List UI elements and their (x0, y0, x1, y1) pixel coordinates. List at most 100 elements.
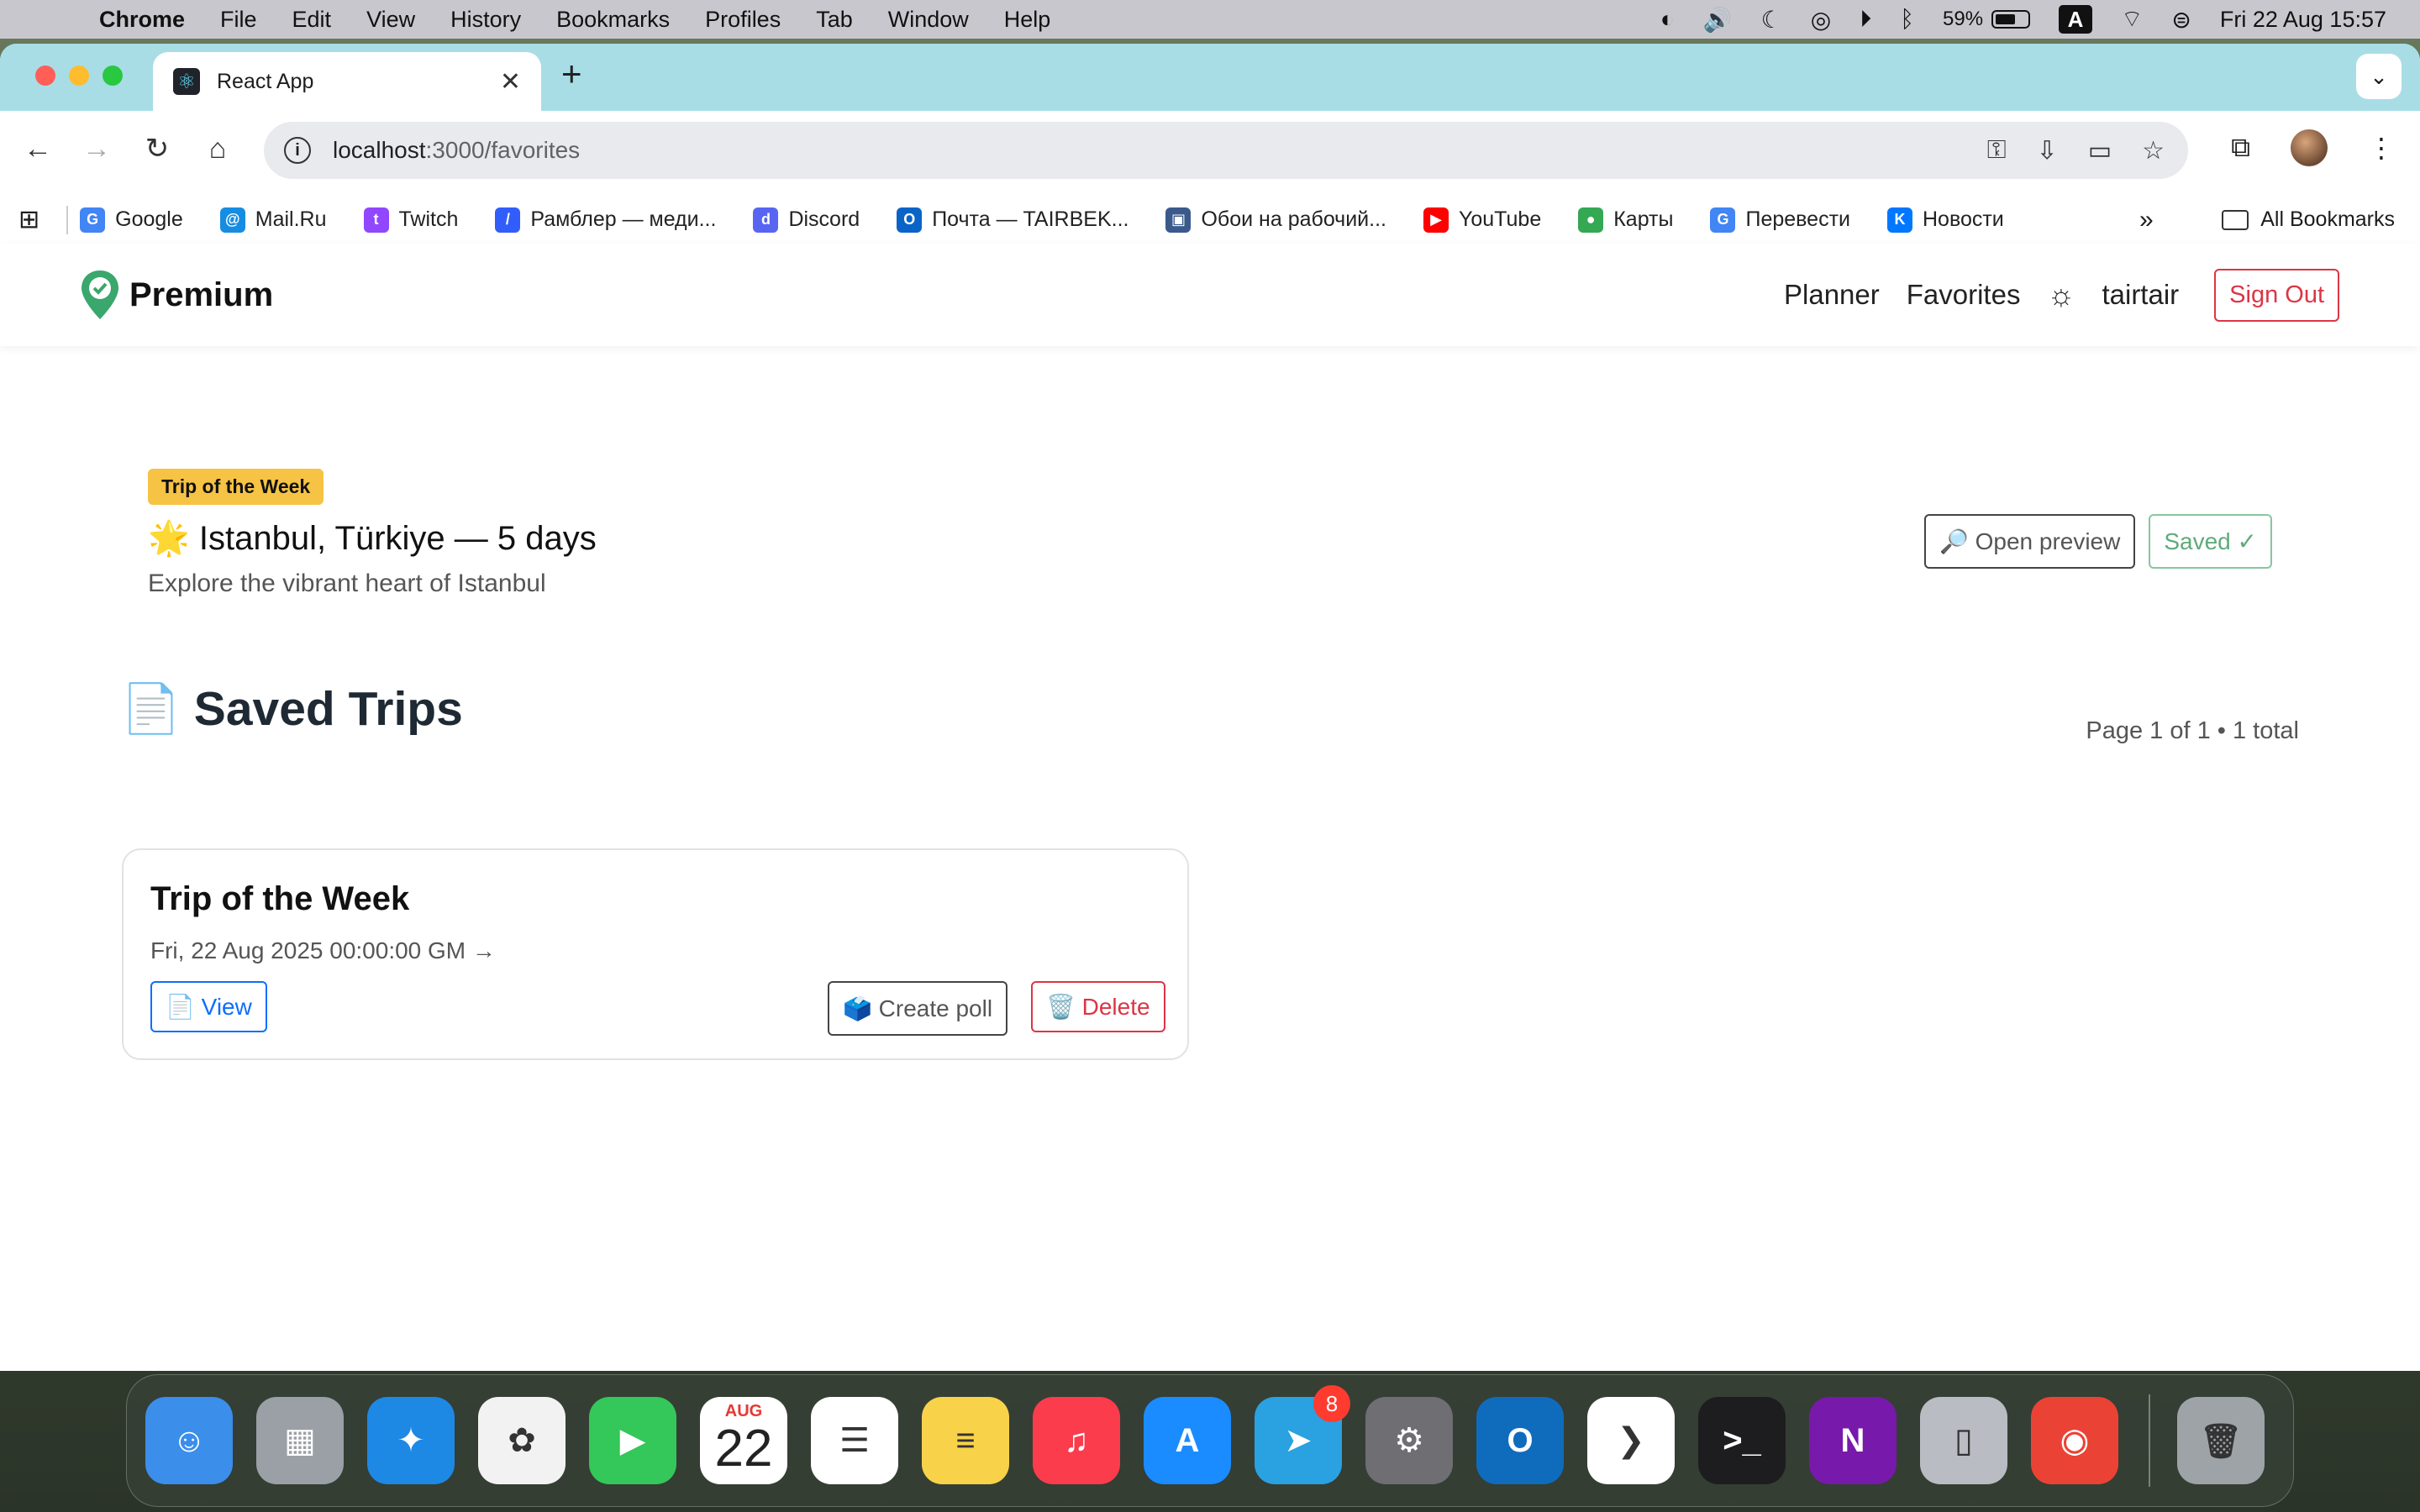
view-trip-button[interactable]: 📄 View (150, 981, 267, 1032)
app-store-icon[interactable]: A (1144, 1397, 1231, 1484)
all-bookmarks-button[interactable]: All Bookmarks (2222, 207, 2395, 232)
finder-icon[interactable]: ☺ (145, 1397, 233, 1484)
chrome-menu-icon[interactable]: ⋮ (2368, 132, 2395, 164)
airdrop-icon[interactable]: ◎ (1811, 6, 1831, 34)
password-key-icon[interactable]: ⚿ (1987, 136, 2007, 165)
site-info-icon[interactable]: i (284, 137, 311, 164)
telegram-icon[interactable]: ➤ 8 (1255, 1385, 1350, 1484)
bookmark-item[interactable]: ▣ Обои на рабочий... (1165, 207, 1386, 233)
macos-menu-bar: Chrome File Edit View History Bookmarks … (0, 0, 2420, 39)
bookmark-label: Обои на рабочий... (1201, 207, 1386, 231)
bookmark-label: Twitch (398, 207, 459, 231)
menu-window[interactable]: Window (888, 7, 969, 33)
volume-icon[interactable]: 🔊 (1703, 6, 1733, 34)
delete-trip-button[interactable]: 🗑️ Delete (1031, 981, 1165, 1032)
control-center-icon[interactable]: ⊜ (2171, 6, 2191, 34)
menu-view[interactable]: View (366, 7, 415, 33)
outlook-icon[interactable]: O (1476, 1397, 1564, 1484)
extensions-icon[interactable]: ⧉ (2231, 132, 2250, 164)
bookmark-item[interactable]: / Рамблер — меди... (495, 207, 716, 233)
tab-react-app[interactable]: ⚛ React App ✕ (153, 52, 541, 111)
nav-favorites[interactable]: Favorites (1907, 279, 2021, 311)
bookmark-label: Перевести (1745, 207, 1850, 231)
forward-button[interactable]: → (76, 128, 118, 170)
more-bookmarks-icon[interactable]: » (2139, 206, 2154, 234)
zoom-window-button[interactable] (103, 66, 123, 86)
battery-icon (1991, 10, 2031, 29)
saved-trips-heading: 📄 Saved Trips (121, 682, 463, 736)
menu-app-name[interactable]: Chrome (99, 7, 185, 33)
back-button[interactable]: ← (17, 128, 59, 170)
main-nav: Planner Favorites ☼ tairtair Sign Out (1757, 268, 2339, 322)
bookmark-item[interactable]: O Почта — TAIRBEK... (897, 207, 1128, 233)
bookmark-item[interactable]: ● Карты (1578, 207, 1673, 233)
system-settings-icon[interactable]: ⚙ (1365, 1397, 1453, 1484)
url-host: localhost (333, 137, 426, 163)
bookmark-item[interactable]: d Discord (753, 207, 860, 233)
chrome-icon[interactable]: ◉ (2031, 1397, 2118, 1484)
menu-edit[interactable]: Edit (292, 7, 332, 33)
url-text[interactable]: localhost:3000/favorites (333, 137, 580, 164)
bookmark-list: G Google @ Mail.Ru t Twitch / Рамблер — меди...… (80, 207, 2041, 233)
bookmark-item[interactable]: ▶ YouTube (1423, 207, 1541, 233)
bookmark-item[interactable]: G Перевести (1710, 207, 1850, 233)
input-source-icon[interactable]: A (2059, 5, 2093, 34)
sign-out-button[interactable]: Sign Out (2214, 268, 2339, 322)
clock[interactable]: Fri 22 Aug 15:57 (2220, 7, 2386, 33)
menu-history[interactable]: History (450, 7, 521, 33)
create-poll-button[interactable]: 🗳️ Create poll (828, 981, 1008, 1036)
trip-card-title: Trip of the Week (150, 880, 410, 917)
saved-button[interactable]: Saved ✓ (2149, 514, 2272, 569)
tab-search-button[interactable]: ⌄ (2356, 54, 2402, 99)
bookmark-label: Карты (1613, 207, 1674, 231)
wifi-icon[interactable]: ⌔ (2121, 5, 2143, 34)
window-controls (35, 66, 123, 86)
bookmark-item[interactable]: G Google (80, 207, 183, 233)
menu-help[interactable]: Help (1004, 7, 1051, 33)
notes-icon[interactable]: ≡ (922, 1397, 1009, 1484)
payment-card-icon[interactable]: ▭ (2088, 136, 2112, 165)
close-window-button[interactable] (35, 66, 55, 86)
bookmark-item[interactable]: @ Mail.Ru (219, 207, 327, 233)
vscode-icon[interactable]: ❯ (1587, 1397, 1675, 1484)
brand-logo[interactable]: Premium (79, 269, 273, 321)
bookmark-item[interactable]: K Новости (1886, 207, 2004, 233)
bookmark-item[interactable]: t Twitch (363, 207, 459, 233)
menu-bookmarks[interactable]: Bookmarks (556, 7, 670, 33)
trash-icon[interactable]: 🗑 (2177, 1397, 2265, 1484)
onenote-icon[interactable]: N (1809, 1397, 1897, 1484)
now-playing-icon[interactable]: ⏵ (1860, 6, 1871, 34)
safari-icon[interactable]: ✦ (367, 1397, 455, 1484)
theme-toggle-sun-icon[interactable]: ☼ (2047, 277, 2075, 312)
bluetooth-icon[interactable]: ᛒ (1900, 6, 1914, 33)
open-preview-button[interactable]: 🔎 Open preview (1923, 514, 2136, 569)
reload-button[interactable]: ↻ (136, 128, 178, 170)
apps-grid-icon[interactable]: ⊞ (18, 205, 39, 234)
photos-icon[interactable]: ✿ (478, 1397, 566, 1484)
install-app-icon[interactable]: ⇩ (2037, 136, 2058, 165)
launchpad-icon[interactable]: ▦ (256, 1397, 344, 1484)
address-bar[interactable]: i localhost:3000/favorites ⚿ ⇩ ▭ ☆ (264, 122, 2188, 179)
rambler-icon: / (495, 207, 521, 233)
menu-tab[interactable]: Tab (816, 7, 853, 33)
music-icon[interactable]: ♫ (1033, 1397, 1120, 1484)
minimize-window-button[interactable] (69, 66, 89, 86)
nav-planner[interactable]: Planner (1784, 279, 1880, 311)
username[interactable]: tairtair (2102, 279, 2179, 311)
bookmark-star-icon[interactable]: ☆ (2142, 136, 2165, 165)
new-tab-button[interactable]: + (561, 54, 582, 94)
profile-avatar[interactable] (2291, 129, 2328, 166)
facetime-icon[interactable]: ▶ (589, 1397, 676, 1484)
notification-center-icon[interactable]: ◐ (1660, 6, 1675, 33)
menu-profiles[interactable]: Profiles (705, 7, 781, 33)
reminders-icon[interactable]: ☰ (811, 1397, 898, 1484)
focus-moon-icon[interactable]: ☾ (1761, 6, 1782, 34)
home-button[interactable]: ⌂ (197, 128, 239, 170)
trip-card-date[interactable]: Fri, 22 Aug 2025 00:00:00 GM → (150, 937, 496, 964)
iphone-mirroring-icon[interactable]: ▯ (1920, 1397, 2007, 1484)
menu-file[interactable]: File (220, 7, 257, 33)
terminal-icon[interactable]: >_ (1698, 1397, 1786, 1484)
close-tab-icon[interactable]: ✕ (500, 67, 521, 97)
battery-status[interactable]: 59% (1943, 8, 2031, 31)
calendar-icon[interactable]: AUG 22 (700, 1397, 787, 1484)
